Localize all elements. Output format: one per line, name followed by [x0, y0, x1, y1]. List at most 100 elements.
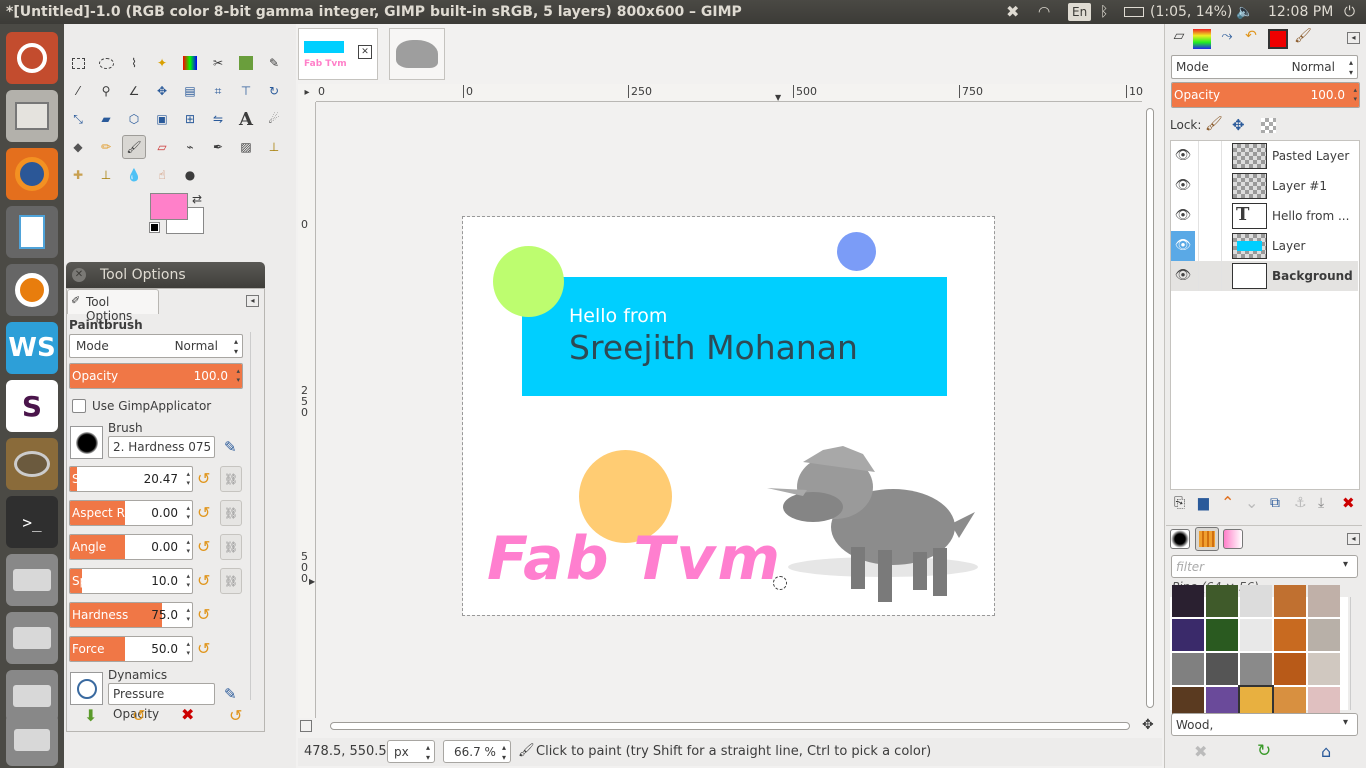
mode-select[interactable]: Mode Normal ▴ ▾: [69, 334, 243, 358]
gimp-icon[interactable]: [6, 438, 58, 490]
visibility-eye-icon[interactable]: 👁: [1171, 201, 1195, 231]
measure-tool-icon[interactable]: ∠: [122, 79, 146, 103]
ink-tool-icon[interactable]: ✒: [206, 135, 230, 159]
zoom-tool-icon[interactable]: ⚲: [94, 79, 118, 103]
visibility-eye-icon[interactable]: 👁: [1171, 261, 1195, 291]
wifi-icon[interactable]: ◠: [1038, 0, 1050, 24]
warp-transform-tool-icon[interactable]: ☄: [262, 107, 286, 131]
reset-icon[interactable]: ↺: [197, 607, 213, 623]
delete-options-icon[interactable]: ✖: [181, 705, 194, 724]
new-layer-icon[interactable]: ⎘: [1174, 495, 1185, 511]
layer-row[interactable]: 👁 Background: [1171, 261, 1358, 291]
swap-colors-icon[interactable]: ⇄: [192, 192, 202, 206]
quick-mask-menu-icon[interactable]: ▸: [298, 84, 316, 102]
link-chain-icon[interactable]: ⛓: [220, 466, 242, 492]
link-chain-icon[interactable]: ⛓: [220, 500, 242, 526]
volume-icon[interactable]: 🔈: [1236, 0, 1253, 24]
refresh-patterns-icon[interactable]: ↻: [1257, 741, 1271, 761]
edit-brush-icon[interactable]: ✎: [224, 438, 237, 456]
lock-alpha-icon[interactable]: [1261, 118, 1276, 133]
tab-brushes[interactable]: 🖌: [1292, 28, 1314, 50]
pattern-swatch[interactable]: [1308, 619, 1340, 651]
tab-gradients[interactable]: [1223, 529, 1243, 549]
align-tool-icon[interactable]: ▤: [178, 79, 202, 103]
flip-tool-icon[interactable]: ⇋: [206, 107, 230, 131]
slider-hardness[interactable]: Hardness 75.0 ▴ ▾: [69, 602, 193, 628]
slider-size[interactable]: Size 20.47 ▴ ▾: [69, 466, 193, 492]
mypaint-brush-tool-icon[interactable]: ▨: [234, 135, 258, 159]
pattern-grid[interactable]: [1170, 585, 1348, 721]
delete-layer-icon[interactable]: ✖: [1342, 494, 1355, 512]
crop-tool-icon[interactable]: ⌗: [206, 79, 230, 103]
3d-transform-tool-icon[interactable]: ▣: [150, 107, 174, 131]
drive-icon[interactable]: [6, 554, 58, 606]
shear-tool-icon[interactable]: ▰: [94, 107, 118, 131]
pattern-swatch[interactable]: [1240, 653, 1272, 685]
new-layer-group-icon[interactable]: ▆: [1198, 495, 1209, 511]
pattern-swatch[interactable]: [1240, 585, 1272, 617]
foreground-select-tool-icon[interactable]: [234, 51, 258, 75]
chain-toggle[interactable]: [1198, 201, 1222, 231]
unit-select[interactable]: px ▴ ▾: [387, 740, 435, 763]
chain-toggle[interactable]: [1198, 141, 1222, 171]
free-select-tool-icon[interactable]: ⌇: [122, 51, 146, 75]
slider-angle[interactable]: Angle 0.00 ▴ ▾: [69, 534, 193, 560]
layer-row[interactable]: 👁 Layer #1: [1171, 171, 1358, 201]
unified-transform-tool-icon[interactable]: ⊤: [234, 79, 258, 103]
layer-thumbnail[interactable]: [1232, 263, 1267, 289]
chevron-down-icon[interactable]: ▾: [1343, 559, 1348, 570]
delete-pattern-icon[interactable]: ✖: [1194, 742, 1207, 761]
terminal-icon[interactable]: >_: [6, 496, 58, 548]
applicator-checkbox[interactable]: [72, 399, 86, 413]
rect-select-tool-icon[interactable]: [66, 51, 90, 75]
quick-mask-toggle[interactable]: [300, 720, 312, 732]
pattern-swatch[interactable]: [1206, 653, 1238, 685]
open-pattern-icon[interactable]: ⌂: [1321, 742, 1331, 761]
close-icon[interactable]: ✕: [72, 268, 86, 282]
pattern-swatch[interactable]: [1172, 585, 1204, 617]
link-chain-icon[interactable]: ⛓: [220, 534, 242, 560]
close-tab-icon[interactable]: ✕: [358, 45, 372, 59]
blender-icon[interactable]: [6, 264, 58, 316]
trash-icon[interactable]: [6, 714, 58, 766]
tab-paths[interactable]: ⤳: [1216, 28, 1238, 50]
horizontal-ruler[interactable]: 0 0 250 500 750 10 ▼: [316, 84, 1143, 102]
tab-channels[interactable]: [1193, 29, 1211, 49]
raise-layer-icon[interactable]: ⌃: [1221, 493, 1234, 512]
pattern-swatch[interactable]: [1274, 585, 1306, 617]
move-tool-icon[interactable]: ✥: [150, 79, 174, 103]
dynamics-name-field[interactable]: Pressure Opacity: [108, 683, 215, 721]
opacity-slider[interactable]: Opacity 100.0 ▴ ▾: [69, 363, 243, 389]
chevron-down-icon[interactable]: ▾: [1343, 717, 1348, 728]
slider-spacing[interactable]: Spacing 10.0 ▴ ▾: [69, 568, 193, 594]
keyboard-indicator[interactable]: En: [1068, 3, 1092, 21]
slack-icon[interactable]: S: [6, 380, 58, 432]
lock-pixels-icon[interactable]: 🖌: [1205, 116, 1223, 132]
lower-layer-icon[interactable]: ⌄: [1245, 493, 1258, 512]
tool-options-scrollbar[interactable]: [250, 332, 260, 700]
scissors-tool-icon[interactable]: ✂: [206, 51, 230, 75]
visibility-eye-icon[interactable]: 👁: [1171, 231, 1195, 261]
image-tab-1[interactable]: Fab Tvm ✕: [298, 28, 378, 80]
pattern-swatch[interactable]: [1274, 619, 1306, 651]
scale-tool-icon[interactable]: ⤡: [66, 107, 90, 131]
slider-force[interactable]: Force 50.0 ▴ ▾: [69, 636, 193, 662]
image-canvas[interactable]: Hello from Sreejith Mohanan Fab Tvm: [462, 216, 995, 616]
tab-brushes-mini[interactable]: [1170, 529, 1190, 549]
reset-icon[interactable]: ↺: [197, 539, 213, 555]
dropbox-icon[interactable]: ✖: [1006, 0, 1019, 24]
layer-name[interactable]: Layer: [1272, 231, 1305, 261]
tab-layers[interactable]: ▱: [1168, 28, 1190, 50]
ellipse-select-tool-icon[interactable]: [94, 51, 118, 75]
anchor-layer-icon[interactable]: ⚓: [1294, 495, 1307, 511]
paths-tool-icon[interactable]: ✎: [262, 51, 286, 75]
bucket-fill-tool-icon[interactable]: ◆: [66, 135, 90, 159]
webstorm-icon[interactable]: WS: [6, 322, 58, 374]
foreground-color-swatch[interactable]: [150, 193, 188, 220]
pattern-swatch[interactable]: [1206, 619, 1238, 651]
layer-thumbnail[interactable]: [1232, 233, 1267, 259]
eraser-tool-icon[interactable]: ▱: [150, 135, 174, 159]
vertical-ruler[interactable]: 0 250 500 ▶: [298, 102, 316, 718]
bluetooth-icon[interactable]: ᛒ: [1100, 0, 1108, 24]
visibility-eye-icon[interactable]: 👁: [1171, 171, 1195, 201]
